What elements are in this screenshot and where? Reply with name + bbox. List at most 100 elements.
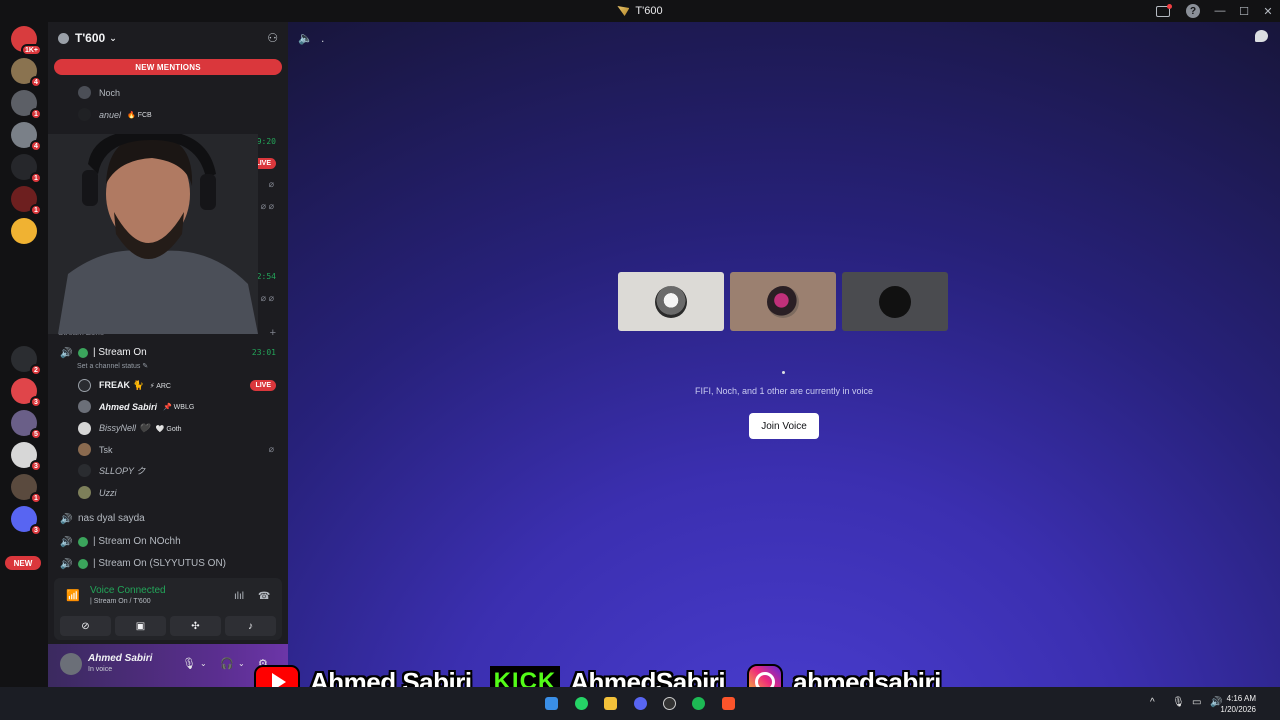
muted-icon: ⌀ ⌀ <box>260 293 274 303</box>
file-explorer-icon[interactable] <box>604 697 617 710</box>
deafened-icon: ⌀ <box>268 179 274 189</box>
windows-start-icon[interactable] <box>545 697 558 710</box>
channel-status[interactable]: Set a channel status ✎ <box>48 357 288 375</box>
help-icon[interactable]: ? <box>1178 0 1208 22</box>
voice-participant-tiles <box>618 272 948 331</box>
speaker-icon: 🔊 <box>60 558 73 570</box>
participant-tile[interactable] <box>618 272 724 331</box>
voice-member[interactable]: Ahmed Sabiri 📌 WBLG <box>48 396 288 417</box>
channel-name: nas dyal sayda <box>78 513 145 524</box>
server-icon-4[interactable]: 1 <box>11 154 42 184</box>
mention-badge: 1 <box>30 172 42 184</box>
new-unreads-pill[interactable]: NEW <box>5 556 41 570</box>
brave-browser-icon[interactable] <box>722 697 735 710</box>
tray-chevron-up-icon[interactable]: ^ <box>1150 697 1155 708</box>
speaker-icon: 🔊 <box>60 347 73 359</box>
mention-badge: 5 <box>30 428 42 440</box>
inbox-icon[interactable] <box>1148 0 1178 22</box>
server-icon-11[interactable]: 5 <box>11 410 42 440</box>
channel-name: | Stream On (SLYYUTUS ON) <box>93 558 226 569</box>
server-gear-icon <box>58 32 69 44</box>
member-name: Tsk <box>99 444 113 455</box>
voice-member[interactable]: Noch <box>48 82 288 103</box>
channel-topbar: 🔈 . <box>288 22 1280 54</box>
whatsapp-icon[interactable] <box>575 697 588 710</box>
avatar <box>879 285 911 318</box>
add-member-icon[interactable]: ⚇ <box>267 31 278 45</box>
microphone-icon[interactable]: 🎙 <box>182 657 196 670</box>
app-logo-icon <box>617 6 630 16</box>
server-list: 1K+ 4 1 4 1 1 2 3 5 3 1 3 NEW <box>0 22 48 687</box>
chat-icon[interactable] <box>1255 30 1268 42</box>
server-icon-2[interactable]: 1 <box>11 90 42 120</box>
discord-icon[interactable] <box>634 697 647 710</box>
new-mentions-bar[interactable]: NEW MENTIONS <box>54 59 282 75</box>
voice-status-title[interactable]: Voice Connected <box>90 585 166 596</box>
user-name[interactable]: Ahmed Sabiri <box>88 653 152 664</box>
camera-off-button[interactable]: ⊘ <box>60 616 111 636</box>
avatar <box>767 285 799 318</box>
os-taskbar: ^ 🎙 ▭ 🔊 4:16 AM 1/20/2026 <box>0 687 1280 720</box>
soundboard-button[interactable]: ♪ <box>225 616 276 636</box>
avatar <box>78 108 91 121</box>
mention-badge: 1 <box>30 108 42 120</box>
create-channel-icon[interactable]: + <box>270 327 276 339</box>
server-icon-5[interactable]: 1 <box>11 186 42 216</box>
avatar[interactable] <box>60 653 82 675</box>
disconnect-icon[interactable]: ☎ <box>258 591 270 602</box>
server-icon-9[interactable]: 2 <box>11 346 42 376</box>
participant-tile[interactable] <box>842 272 948 331</box>
join-voice-button[interactable]: Join Voice <box>749 413 819 439</box>
voice-member[interactable]: anuel 🔥 FCB <box>48 104 288 125</box>
voice-member[interactable]: Uzzi <box>48 482 288 503</box>
close-button[interactable]: ✕ <box>1256 0 1280 22</box>
server-header[interactable]: T'600 ⌄ ⚇ <box>48 22 288 54</box>
webcam-overlay <box>48 134 258 334</box>
tray-microphone-icon[interactable]: 🎙 <box>1172 697 1185 708</box>
noise-suppression-icon[interactable]: ılıl <box>234 591 244 602</box>
user-status: In voice <box>88 666 113 673</box>
voice-status-subtitle[interactable]: | Stream On / T'600 <box>90 598 151 605</box>
maximize-button[interactable]: ☐ <box>1232 0 1256 22</box>
member-name: FREAK 🐈 <box>99 380 144 390</box>
clock-app-icon[interactable] <box>663 697 676 710</box>
server-icon-12[interactable]: 3 <box>11 442 42 472</box>
server-icon-1[interactable]: 4 <box>11 58 42 88</box>
minimize-button[interactable]: — <box>1208 0 1232 22</box>
server-icon-0[interactable]: 1K+ <box>11 26 42 56</box>
window-title-text: T'600 <box>635 5 663 17</box>
tray-network-icon[interactable]: ▭ <box>1192 697 1201 708</box>
server-icon-10[interactable]: 3 <box>11 378 42 408</box>
voice-channel-stream-noch[interactable]: 🔊 | Stream On NOchh <box>48 531 288 552</box>
participant-tile[interactable] <box>730 272 836 331</box>
voice-member[interactable]: FREAK 🐈 ⚡ ARC LIVE <box>48 375 288 396</box>
member-name: BissyNell 🖤 <box>99 423 150 433</box>
server-icon-6[interactable] <box>11 218 37 244</box>
member-name: SLLOPY ク <box>99 466 146 476</box>
screen-share-button[interactable]: ▣ <box>115 616 166 636</box>
voice-channel-nas[interactable]: 🔊 nas dyal sayda <box>48 508 288 529</box>
taskbar-clock[interactable]: 4:16 AM 1/20/2026 <box>1220 693 1256 715</box>
chevron-down-icon: ⌄ <box>109 32 117 43</box>
green-circle-icon <box>78 536 88 547</box>
chevron-down-icon[interactable]: ⌄ <box>200 659 207 668</box>
voice-member[interactable]: SLLOPY ク <box>48 460 288 481</box>
channel-topbar-label: . <box>320 31 325 45</box>
headphones-icon[interactable]: 🎧 <box>220 657 234 670</box>
chevron-down-icon[interactable]: ⌄ <box>238 659 245 668</box>
voice-channel-stream-sly[interactable]: 🔊 | Stream On (SLYYUTUS ON) <box>48 553 288 574</box>
activities-button[interactable]: ✣ <box>170 616 221 636</box>
server-icon-13[interactable]: 1 <box>11 474 42 504</box>
voice-member[interactable]: BissyNell 🖤 🤍 Goth <box>48 418 288 439</box>
voice-occupancy-text: FIFI, Noch, and 1 other are currently in… <box>694 386 874 396</box>
loading-dot <box>782 371 785 374</box>
voice-member[interactable]: Tsk ⌀ <box>48 439 288 460</box>
spotify-icon[interactable] <box>692 697 705 710</box>
server-icon-14[interactable]: 3 <box>11 506 42 536</box>
mention-badge: 1 <box>30 204 42 216</box>
server-icon-3[interactable]: 4 <box>11 122 42 152</box>
streamer-webcam-image <box>48 134 258 334</box>
muted-icon: ⌀ ⌀ <box>260 201 274 211</box>
signal-icon[interactable]: 📶 <box>66 589 80 602</box>
channel-name: | Stream On NOchh <box>93 536 181 547</box>
